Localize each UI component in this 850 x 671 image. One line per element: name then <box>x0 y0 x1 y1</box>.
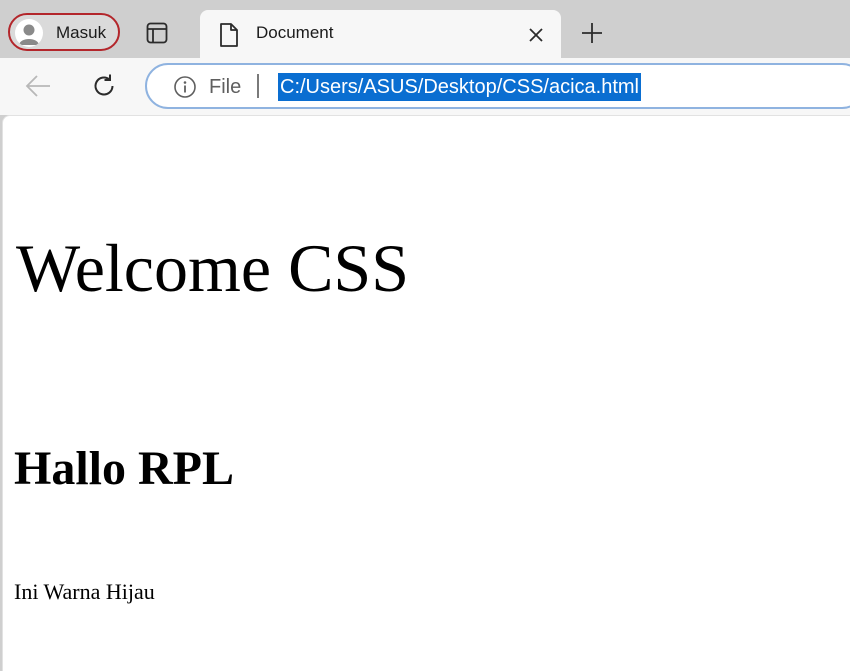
browser-window: Masuk Document File C:/Users/ASUS/Deskto… <box>0 0 850 671</box>
document-icon <box>218 22 240 48</box>
profile-label: Masuk <box>56 23 107 42</box>
address-bar[interactable]: File C:/Users/ASUS/Desktop/CSS/acica.htm… <box>145 63 850 109</box>
reload-icon[interactable] <box>90 72 118 100</box>
tab-document[interactable]: Document <box>200 10 561 58</box>
new-tab-plus-icon[interactable] <box>580 21 604 45</box>
tab-actions-icon[interactable] <box>146 22 168 44</box>
page-viewport: Welcome CSS Hallo RPL Ini Warna Hijau <box>2 115 850 671</box>
profile-button[interactable]: Masuk <box>8 13 120 51</box>
page-subheading: Hallo RPL <box>14 442 235 495</box>
scheme-label: File <box>209 76 242 98</box>
person-icon <box>15 19 43 47</box>
page-heading: Welcome CSS <box>16 230 410 306</box>
navigation-toolbar: File C:/Users/ASUS/Desktop/CSS/acica.htm… <box>0 58 850 115</box>
info-icon[interactable] <box>173 75 197 99</box>
back-arrow-icon[interactable] <box>24 74 52 98</box>
omnibox-separator <box>257 74 259 98</box>
page-paragraph: Ini Warna Hijau <box>14 579 155 604</box>
tab-strip: Masuk Document <box>0 0 850 58</box>
url-text[interactable]: C:/Users/ASUS/Desktop/CSS/acica.html <box>278 73 641 101</box>
close-icon[interactable] <box>526 25 546 45</box>
tab-title: Document <box>256 23 334 42</box>
